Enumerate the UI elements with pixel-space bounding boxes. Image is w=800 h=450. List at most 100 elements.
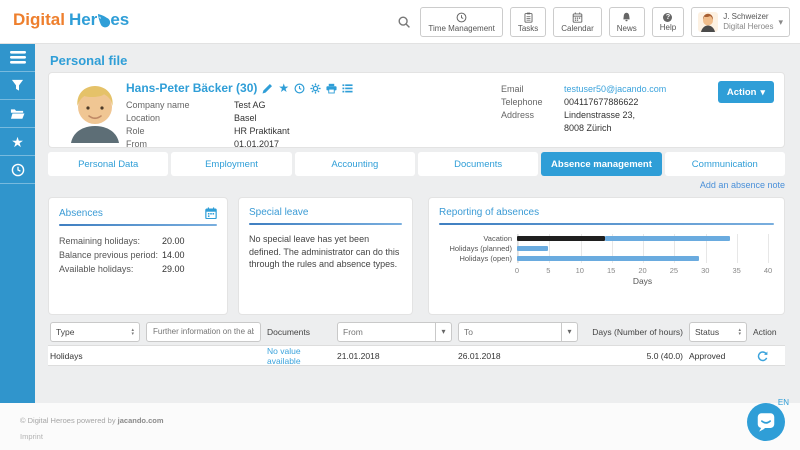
- sidebar-folder-button[interactable]: [0, 100, 35, 128]
- help-button[interactable]: ? Help: [652, 7, 684, 37]
- reporting-card: Reporting of absences VacationHolidays (…: [428, 197, 785, 315]
- divider: [59, 224, 217, 226]
- action-column-header: Action: [753, 327, 783, 337]
- sidebar-filter-button[interactable]: [0, 72, 35, 100]
- chevron-down-icon: ▾: [778, 17, 783, 28]
- refresh-icon[interactable]: [757, 351, 768, 362]
- chat-button[interactable]: [747, 403, 785, 441]
- sidebar-favorites-button[interactable]: ★: [0, 128, 35, 156]
- clock-icon: [11, 163, 25, 177]
- jacando-link[interactable]: jacando.com: [118, 416, 164, 425]
- filter-icon: [11, 79, 24, 92]
- folder-open-icon: [10, 108, 25, 120]
- chart-bar: [605, 236, 731, 241]
- absence-value: 14.00: [162, 248, 185, 262]
- time-management-button[interactable]: Time Management: [420, 7, 502, 37]
- user-menu[interactable]: J. Schweizer Digital Heroes ▾: [691, 7, 790, 37]
- tab-employment[interactable]: Employment: [171, 152, 291, 176]
- tab-absence-management[interactable]: Absence management: [541, 152, 661, 176]
- chat-bubble-icon: [755, 411, 777, 433]
- settings-gear-icon[interactable]: [310, 83, 321, 94]
- sidebar-menu-button[interactable]: [0, 44, 35, 72]
- history-clock-icon[interactable]: [294, 83, 305, 94]
- tab-personal-data[interactable]: Personal Data: [48, 152, 168, 176]
- special-leave-text: No special leave has yet been defined. T…: [249, 233, 402, 271]
- action-label: Action: [727, 87, 757, 98]
- clock-icon: [456, 12, 467, 23]
- tab-bar: Personal Data Employment Accounting Docu…: [48, 152, 785, 176]
- phone-label: Telephone: [501, 96, 564, 109]
- user-info: J. Schweizer Digital Heroes: [723, 12, 773, 32]
- from-date-field[interactable]: [338, 323, 435, 341]
- chevron-down-icon[interactable]: ▾: [561, 323, 577, 341]
- add-absence-note-link[interactable]: Add an absence note: [700, 180, 785, 190]
- bell-icon: [621, 12, 632, 23]
- absence-label: Balance previous period:: [59, 248, 162, 262]
- field-label: Role: [126, 125, 234, 138]
- chart-category-label: Holidays (planned): [439, 244, 517, 253]
- employee-name: Hans-Peter Bäcker (30): [126, 81, 257, 95]
- row-status: Approved: [689, 351, 747, 361]
- divider: [249, 223, 402, 225]
- chart-bar: [517, 246, 548, 251]
- chart-bar: [517, 256, 699, 261]
- calendar-label: Calendar: [561, 24, 593, 33]
- language-indicator[interactable]: EN: [778, 398, 789, 407]
- edit-icon[interactable]: [262, 83, 273, 94]
- spinner-icon: ▴▾: [131, 328, 134, 336]
- absence-chart: VacationHolidays (planned)Holidays (open…: [439, 233, 774, 286]
- chart-tick-label: 15: [607, 266, 615, 275]
- search-icon[interactable]: [397, 15, 411, 29]
- app-logo: Digital Her es: [13, 10, 129, 30]
- absence-info-input[interactable]: [146, 322, 261, 342]
- table-filter-row: Type ▴▾ Documents ▾ ▾ Days (Number of ho…: [48, 318, 785, 345]
- news-button[interactable]: News: [609, 7, 645, 37]
- favorite-star-icon[interactable]: ★: [278, 83, 289, 94]
- chart-category-label: Vacation: [439, 234, 517, 243]
- time-management-label: Time Management: [428, 24, 494, 33]
- chart-tick-label: 0: [515, 266, 519, 275]
- profile-card: Hans-Peter Bäcker (30) ★: [48, 72, 785, 148]
- tasks-label: Tasks: [518, 24, 538, 33]
- tasks-icon: [523, 12, 534, 23]
- status-select[interactable]: Status ▴▾: [689, 322, 747, 342]
- email-link[interactable]: testuser50@jacando.com: [564, 83, 666, 96]
- tab-documents[interactable]: Documents: [418, 152, 538, 176]
- row-documents-link[interactable]: No value available: [267, 346, 331, 366]
- chart-track: [517, 236, 768, 241]
- chevron-down-icon: ▾: [760, 87, 765, 98]
- tasks-button[interactable]: Tasks: [510, 7, 546, 37]
- hamburger-icon: [10, 51, 26, 64]
- chart-category-label: Holidays (open): [439, 254, 517, 263]
- action-button[interactable]: Action ▾: [718, 81, 774, 103]
- calendar-icon[interactable]: [205, 207, 217, 219]
- logo-text-digital: Digital: [13, 10, 65, 30]
- print-icon[interactable]: [326, 83, 337, 94]
- sidebar-history-button[interactable]: [0, 156, 35, 184]
- details-list-icon[interactable]: [342, 83, 353, 94]
- chart-tick-label: 10: [576, 266, 584, 275]
- to-date-field[interactable]: [459, 323, 561, 341]
- calendar-button[interactable]: Calendar: [553, 7, 601, 37]
- chart-track: [517, 256, 768, 261]
- spinner-icon: ▴▾: [738, 328, 741, 336]
- left-sidebar: ★: [0, 44, 35, 403]
- from-date-input[interactable]: ▾: [337, 322, 452, 342]
- table-row: Holidays No value available 21.01.2018 2…: [48, 345, 785, 366]
- news-label: News: [617, 24, 637, 33]
- tab-communication[interactable]: Communication: [665, 152, 785, 176]
- absence-row: Balance previous period:14.00: [59, 248, 217, 262]
- absence-row: Available holidays:29.00: [59, 262, 217, 276]
- type-select[interactable]: Type ▴▾: [50, 322, 140, 342]
- chart-row: Holidays (open): [439, 253, 774, 263]
- chart-tick-label: 25: [670, 266, 678, 275]
- chevron-down-icon[interactable]: ▾: [435, 323, 451, 341]
- address-label: Address: [501, 109, 564, 122]
- imprint-link[interactable]: Imprint: [20, 432, 43, 441]
- absences-card: Absences Remaining holidays:20.00 Balanc…: [48, 197, 228, 315]
- to-date-input[interactable]: ▾: [458, 322, 578, 342]
- tab-accounting[interactable]: Accounting: [295, 152, 415, 176]
- employee-name-row: Hans-Peter Bäcker (30) ★: [126, 81, 353, 95]
- row-to-date: 26.01.2018: [458, 351, 578, 361]
- chart-tick-label: 40: [764, 266, 772, 275]
